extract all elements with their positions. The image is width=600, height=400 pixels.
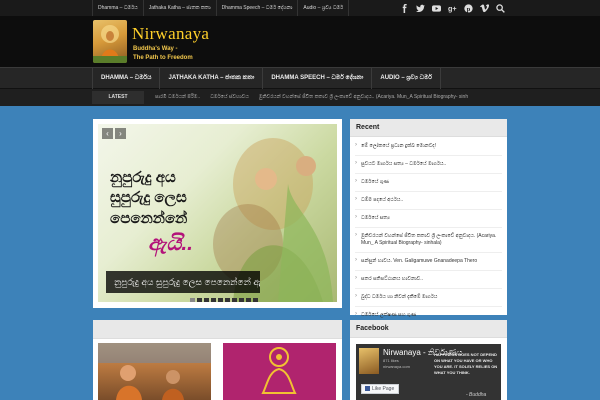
slider-dot[interactable]: [211, 298, 216, 302]
slider-dot[interactable]: [232, 298, 237, 302]
logo-image[interactable]: [93, 20, 127, 63]
facebook-quote-signature: - Buddha: [466, 392, 487, 398]
site-tagline: Buddha's Way - The Path to Freedom: [133, 45, 203, 63]
slider-dot[interactable]: [246, 298, 251, 302]
svg-text:p: p: [466, 6, 470, 13]
search-icon[interactable]: [492, 0, 508, 16]
featured-slider: ‹ › නුපුරුදු අය සුපුරුදු ලෙස පෙනෙන්නේ ඇය…: [93, 119, 342, 308]
slide-text-line-1: නුපුරුදු අය: [110, 169, 176, 186]
main-navigation: DHAMMA – ධර්මය JATHAKA KATHA – ජාතක කතා …: [0, 67, 600, 89]
recent-item[interactable]: ධර්මයේ ගුණ: [355, 174, 502, 192]
ticker-item[interactable]: මුනිවරයන් වහන්සේ ජීවිත කතාව ශ්‍රී ලංකාවේ…: [254, 89, 473, 106]
nav-item-audio[interactable]: AUDIO – ශ්‍රව්‍ය ධර්ම: [371, 68, 442, 89]
recent-widget: Recent මේ ලෝකයේ ප්‍රධාන දුක්ඛ මොනවද! සුව…: [350, 119, 507, 325]
slider-dot[interactable]: [225, 298, 230, 302]
slider-dot[interactable]: [218, 298, 223, 302]
recent-title: Recent: [350, 119, 507, 137]
facebook-page-domain: nirwanaya.com: [383, 364, 410, 369]
facebook-icon[interactable]: [396, 0, 412, 16]
facebook-title: Facebook: [350, 320, 507, 338]
recent-item[interactable]: සුවයට මාර්ගය සත්‍ය – ධර්මයේ මාර්ගය..: [355, 156, 502, 174]
slider-dot[interactable]: [197, 298, 202, 302]
slide-caption[interactable]: නුපුරුදු අය සුපුරුදු ලෙස පෙනෙන්නේ ඇයි?: [106, 271, 260, 293]
googleplus-icon[interactable]: g+: [444, 0, 460, 16]
slide-text-line-3: පෙනෙන්නේ: [110, 210, 188, 227]
recent-item[interactable]: බුද්ධ ධර්මය හා නිවන් දැකීමේ මාර්ගය: [355, 289, 502, 307]
post-thumbnail[interactable]: [223, 343, 336, 400]
nav-item-jathaka[interactable]: JATHAKA KATHA – ජාතක කතා: [159, 68, 262, 89]
recent-item[interactable]: සතර සතිපට්ඨානය භාවනාව..: [355, 271, 502, 289]
svg-text:g+: g+: [448, 4, 457, 13]
facebook-like-page-button[interactable]: Like Page: [361, 384, 399, 394]
top-menu-item-jathaka[interactable]: Jathaka Katha – ජාතක කතා: [144, 0, 217, 16]
vimeo-icon[interactable]: [476, 0, 492, 16]
slider-prev-button[interactable]: ‹: [102, 128, 113, 139]
slide-text-line-2: සුපුරුදු ලෙස: [110, 189, 187, 206]
top-menu-item-audio[interactable]: Audio – ශ්‍රව්‍ය ධර්ම: [298, 0, 350, 16]
slider-dot[interactable]: [239, 298, 244, 302]
facebook-page-plugin[interactable]: Nirwanaya - නිර්වාණය 871 likes nirwanaya…: [356, 344, 501, 400]
slider-dot[interactable]: [253, 298, 258, 302]
site-header: Nirwanaya Buddha's Way - The Path to Fre…: [0, 16, 600, 67]
slide-image[interactable]: ‹ › නුපුරුදු අය සුපුරුදු ලෙස පෙනෙන්නේ ඇය…: [98, 124, 337, 302]
top-menu-item-speech[interactable]: Dhamma Speech – ධර්ම දේශනා: [217, 0, 299, 16]
facebook-page-avatar[interactable]: [359, 348, 379, 374]
facebook-icon: [365, 385, 370, 391]
content-box-header: [93, 320, 342, 339]
top-menu: Dhamma – ධර්මය Jathaka Katha – ජාතක කතා …: [92, 0, 350, 16]
recent-item[interactable]: සන්සුන් භාවය. Ven. Galigamuwe Gnanadeepa…: [355, 253, 502, 271]
top-bar: Dhamma – ධර්මය Jathaka Katha – ජාතක කතා …: [0, 0, 600, 16]
recent-item[interactable]: මුනිවරයන් වහන්සේ ජීවිත කතාව ශ්‍රී ලංකාවේ…: [355, 228, 502, 253]
post-thumbnail[interactable]: [98, 343, 211, 400]
ticker-news: පාරමී ධර්මයන් පිරීම.. ධර්මයේ ස්වභාවය මුන…: [150, 89, 473, 106]
recent-item[interactable]: මේ ලෝකයේ ප්‍රධාන දුක්ඛ මොනවද!: [355, 138, 502, 156]
ticker-item[interactable]: ධර්මයේ ස්වභාවය: [205, 89, 254, 106]
recent-item[interactable]: ධර්මයේ සත්‍ය: [355, 210, 502, 228]
facebook-like-count: 871 likes: [383, 358, 399, 363]
facebook-cover-quote: HAPPINESS DOES NOT DEPEND ON WHAT YOU HA…: [434, 352, 498, 375]
youtube-icon[interactable]: [428, 0, 444, 16]
slider-next-button[interactable]: ›: [115, 128, 126, 139]
news-ticker: LATEST පාරමී ධර්මයන් පිරීම.. ධර්මයේ ස්වභ…: [0, 89, 600, 106]
twitter-icon[interactable]: [412, 0, 428, 16]
facebook-widget: Facebook Nirwanaya - නිර්වාණය 871 likes …: [350, 320, 507, 400]
like-page-label: Like Page: [372, 386, 395, 392]
recent-list: මේ ලෝකයේ ප්‍රධාන දුක්ඛ මොනවද! සුවයට මාර්…: [350, 137, 507, 325]
slider-dots: [190, 298, 258, 302]
nav-item-speech[interactable]: DHAMMA SPEECH – ධර්ම දේශනා: [262, 68, 371, 89]
tagline-line-2: The Path to Freedom: [133, 55, 193, 61]
content-box: [93, 320, 342, 400]
slider-dot[interactable]: [204, 298, 209, 302]
ticker-item[interactable]: පාරමී ධර්මයන් පිරීම..: [150, 89, 205, 106]
top-menu-item-dhamma[interactable]: Dhamma – ධර්මය: [92, 0, 144, 16]
slide-text-line-4: ඇයි..: [148, 232, 193, 255]
social-icons: g+ p: [396, 0, 508, 16]
tagline-line-1: Buddha's Way -: [133, 46, 178, 52]
site-title[interactable]: Nirwanaya: [132, 24, 209, 44]
recent-item[interactable]: ධම්ම පදයේ අර්ථය..: [355, 192, 502, 210]
pinterest-icon[interactable]: p: [460, 0, 476, 16]
nav-item-dhamma[interactable]: DHAMMA – ධර්මය: [92, 68, 159, 89]
slider-dot[interactable]: [190, 298, 195, 302]
ticker-label: LATEST: [92, 91, 144, 104]
